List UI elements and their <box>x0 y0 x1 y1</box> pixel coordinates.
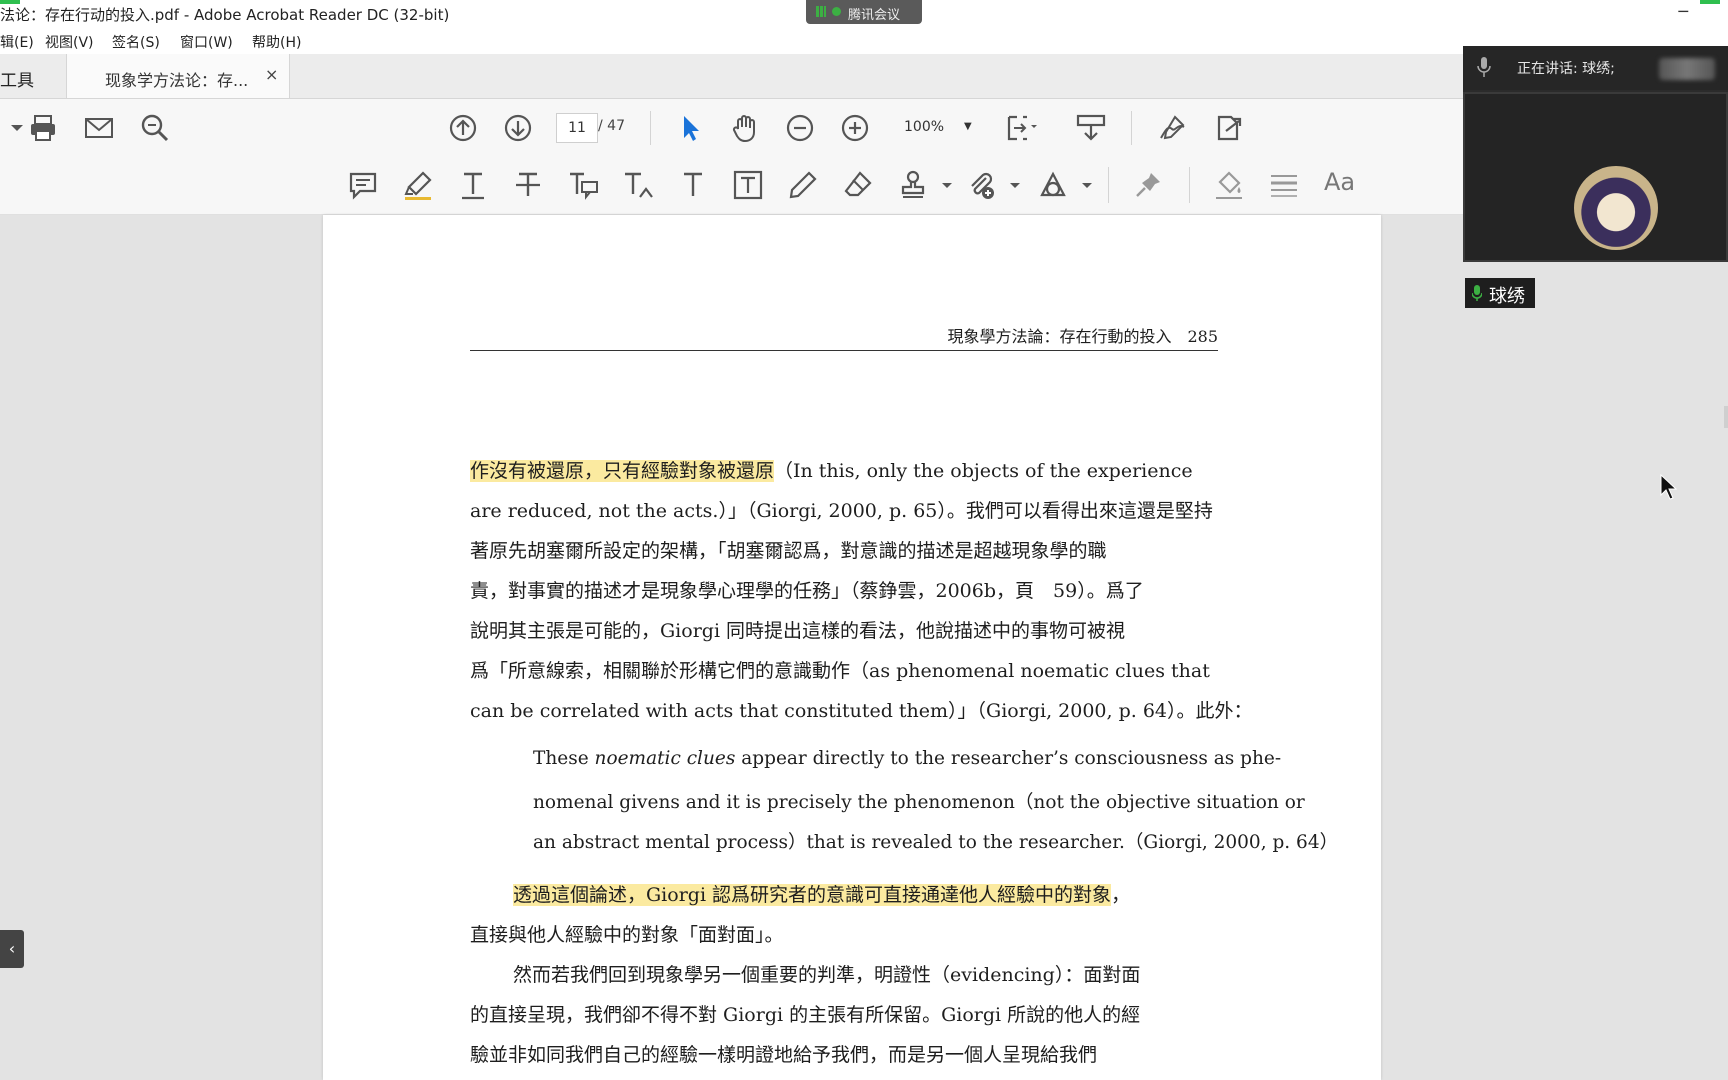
pencil-icon[interactable] <box>786 168 820 202</box>
fill-color-icon[interactable] <box>1212 168 1246 202</box>
textbox-icon[interactable] <box>731 168 765 202</box>
eraser-icon[interactable] <box>841 168 875 202</box>
quote-line: an abstract mental process）that is revea… <box>533 832 1339 853</box>
page-total: / 47 <box>598 118 625 134</box>
zoom-in-icon[interactable] <box>838 111 872 145</box>
stamp-icon[interactable] <box>896 168 930 202</box>
chevron-down-icon[interactable] <box>930 168 952 202</box>
zoom-out-icon[interactable] <box>783 111 817 145</box>
pdf-page[interactable]: 現象學方法論：存在行動的投入 285 作沒有被還原，只有經驗對象被還原（In t… <box>323 215 1381 1080</box>
scroll-mode-icon[interactable] <box>1074 111 1108 145</box>
search-icon[interactable] <box>138 111 172 145</box>
microphone-active-icon <box>1472 285 1482 301</box>
signal-icon <box>816 6 826 17</box>
running-header: 現象學方法論：存在行動的投入 285 <box>947 327 1218 346</box>
share-icon[interactable] <box>1211 111 1245 145</box>
header-rule <box>470 350 1218 351</box>
avatar <box>1574 166 1658 250</box>
sign-icon[interactable] <box>1155 111 1189 145</box>
participant-namebar: 球绣 <box>1465 278 1535 308</box>
window-title: 法论：存在行动的投入.pdf - Adobe Acrobat Reader DC… <box>0 6 450 24</box>
close-tab-icon[interactable]: × <box>265 65 278 84</box>
toolbar-divider <box>1108 167 1109 203</box>
text-line: 作沒有被還原，只有經驗對象被還原（In this, only the objec… <box>470 456 1193 483</box>
mouse-cursor-icon <box>1660 474 1678 500</box>
quote-line: nomenal givens and it is precisely the p… <box>533 792 1305 813</box>
text-size-icon[interactable]: Aa <box>1324 168 1355 196</box>
status-dot-icon <box>832 7 841 16</box>
zoom-value: 100% <box>904 119 945 135</box>
tab-document-label: 现象学方法论：存... <box>105 71 249 90</box>
meeting-label: 腾讯会议 <box>848 8 901 23</box>
menu-edit[interactable]: 辑(E) <box>0 32 34 52</box>
speaking-indicator: 正在讲话: 球绣; <box>1517 61 1615 77</box>
text-line: 直接與他人經驗中的對象「面對面」。 <box>470 924 784 946</box>
window-corner-marker <box>0 0 20 4</box>
toolbar-divider <box>1131 111 1132 145</box>
comment-icon[interactable] <box>346 168 380 202</box>
text-line: 爲「所意線索，相關聯於形構它們的意識動作（as phenomenal noema… <box>470 660 1210 682</box>
dropdown-arrow-icon[interactable] <box>0 111 23 145</box>
chevron-down-icon[interactable] <box>998 168 1020 202</box>
text-line: 的直接呈現，我們卻不得不對 Giorgi 的主張有所保留。Giorgi 所說的他… <box>470 1004 1141 1026</box>
text-line: 驗並非如同我們自己的經驗一樣明證地給予我們，而是另一個人呈現給我們 <box>470 1044 1098 1066</box>
arrow-down-circle-icon[interactable] <box>501 111 535 145</box>
quote-line: These noematic clues appear directly to … <box>533 748 1282 769</box>
meeting-panel-header: 正在讲话: 球绣; <box>1463 46 1728 90</box>
fit-page-icon[interactable] <box>1003 111 1037 145</box>
text-line: are reduced, not the acts.）」（Giorgi, 200… <box>470 500 1213 522</box>
menu-window[interactable]: 窗口(W) <box>180 32 233 52</box>
blurred-avatars <box>1659 58 1715 80</box>
highlighted-text: 透過這個論述，Giorgi 認爲研究者的意識可直接通達他人經驗中的對象 <box>513 884 1112 906</box>
collapse-panel-button[interactable]: ‹ <box>0 930 24 968</box>
arrow-up-circle-icon[interactable] <box>446 111 480 145</box>
meeting-panel[interactable]: 正在讲话: 球绣; 球绣 <box>1463 46 1728 308</box>
hand-icon[interactable] <box>728 111 762 145</box>
participant-name: 球绣 <box>1489 286 1525 307</box>
insert-text-icon[interactable] <box>621 168 655 202</box>
toolbar-divider <box>650 111 651 145</box>
menu-sign[interactable]: 签名(S) <box>112 32 160 52</box>
text-line: 著原先胡塞爾所設定的架構，「胡塞爾認爲，對意識的描述是超越現象學的職 <box>470 540 1107 562</box>
chevron-down-icon[interactable] <box>1070 168 1092 202</box>
participant-video[interactable]: 球绣 <box>1463 92 1728 308</box>
highlighted-text: 作沒有被還原，只有經驗對象被還原 <box>470 460 775 482</box>
window-corner-marker <box>1700 0 1720 4</box>
text-line: 說明其主張是可能的，Giorgi 同時提出這樣的看法，他說描述中的事物可被視 <box>470 620 1126 642</box>
tab-tools[interactable]: 工具 <box>0 66 34 91</box>
page-number-input[interactable]: 11 <box>556 113 598 143</box>
zoom-select[interactable]: 100% ▼ <box>894 113 982 141</box>
menu-view[interactable]: 视图(V) <box>45 32 94 52</box>
text-span: （In this, only the objects of the experi… <box>774 460 1193 482</box>
pointer-icon[interactable] <box>673 111 707 145</box>
replace-text-icon[interactable] <box>566 168 600 202</box>
minimize-button[interactable]: ─ <box>1678 2 1688 21</box>
text-line: 然而若我們回到現象學另一個重要的判準，明證性（evidencing）：面對面 <box>513 964 1141 986</box>
italic-term: noematic clues <box>594 748 736 769</box>
toolbar-divider <box>1189 167 1190 203</box>
menu-help[interactable]: 帮助(H) <box>252 32 301 52</box>
text-icon[interactable] <box>676 168 710 202</box>
pin-icon[interactable] <box>1131 168 1165 202</box>
tab-document[interactable]: 现象学方法论：存... × <box>66 54 290 98</box>
highlighter-icon[interactable] <box>401 168 435 202</box>
shapes-icon[interactable] <box>1036 168 1070 202</box>
scrollbar-thumb[interactable] <box>1724 406 1728 428</box>
underline-icon[interactable] <box>456 168 490 202</box>
text-line: 透過這個論述，Giorgi 認爲研究者的意識可直接通達他人經驗中的對象， <box>513 880 1130 907</box>
text-line: 責，對事實的描述才是現象學心理學的任務」（蔡錚雲，2006b，頁 59）。爲了 <box>470 580 1144 602</box>
strikethrough-icon[interactable] <box>511 168 545 202</box>
chevron-down-icon: ▼ <box>964 121 972 132</box>
print-icon[interactable] <box>26 111 60 145</box>
text-line: can be correlated with acts that constit… <box>470 700 1253 722</box>
text-span: ， <box>1111 884 1131 906</box>
line-style-icon[interactable] <box>1267 168 1301 202</box>
attach-icon[interactable] <box>964 168 998 202</box>
microphone-icon <box>1477 57 1491 77</box>
meeting-indicator[interactable]: 腾讯会议 <box>806 0 922 24</box>
email-icon[interactable] <box>82 111 116 145</box>
